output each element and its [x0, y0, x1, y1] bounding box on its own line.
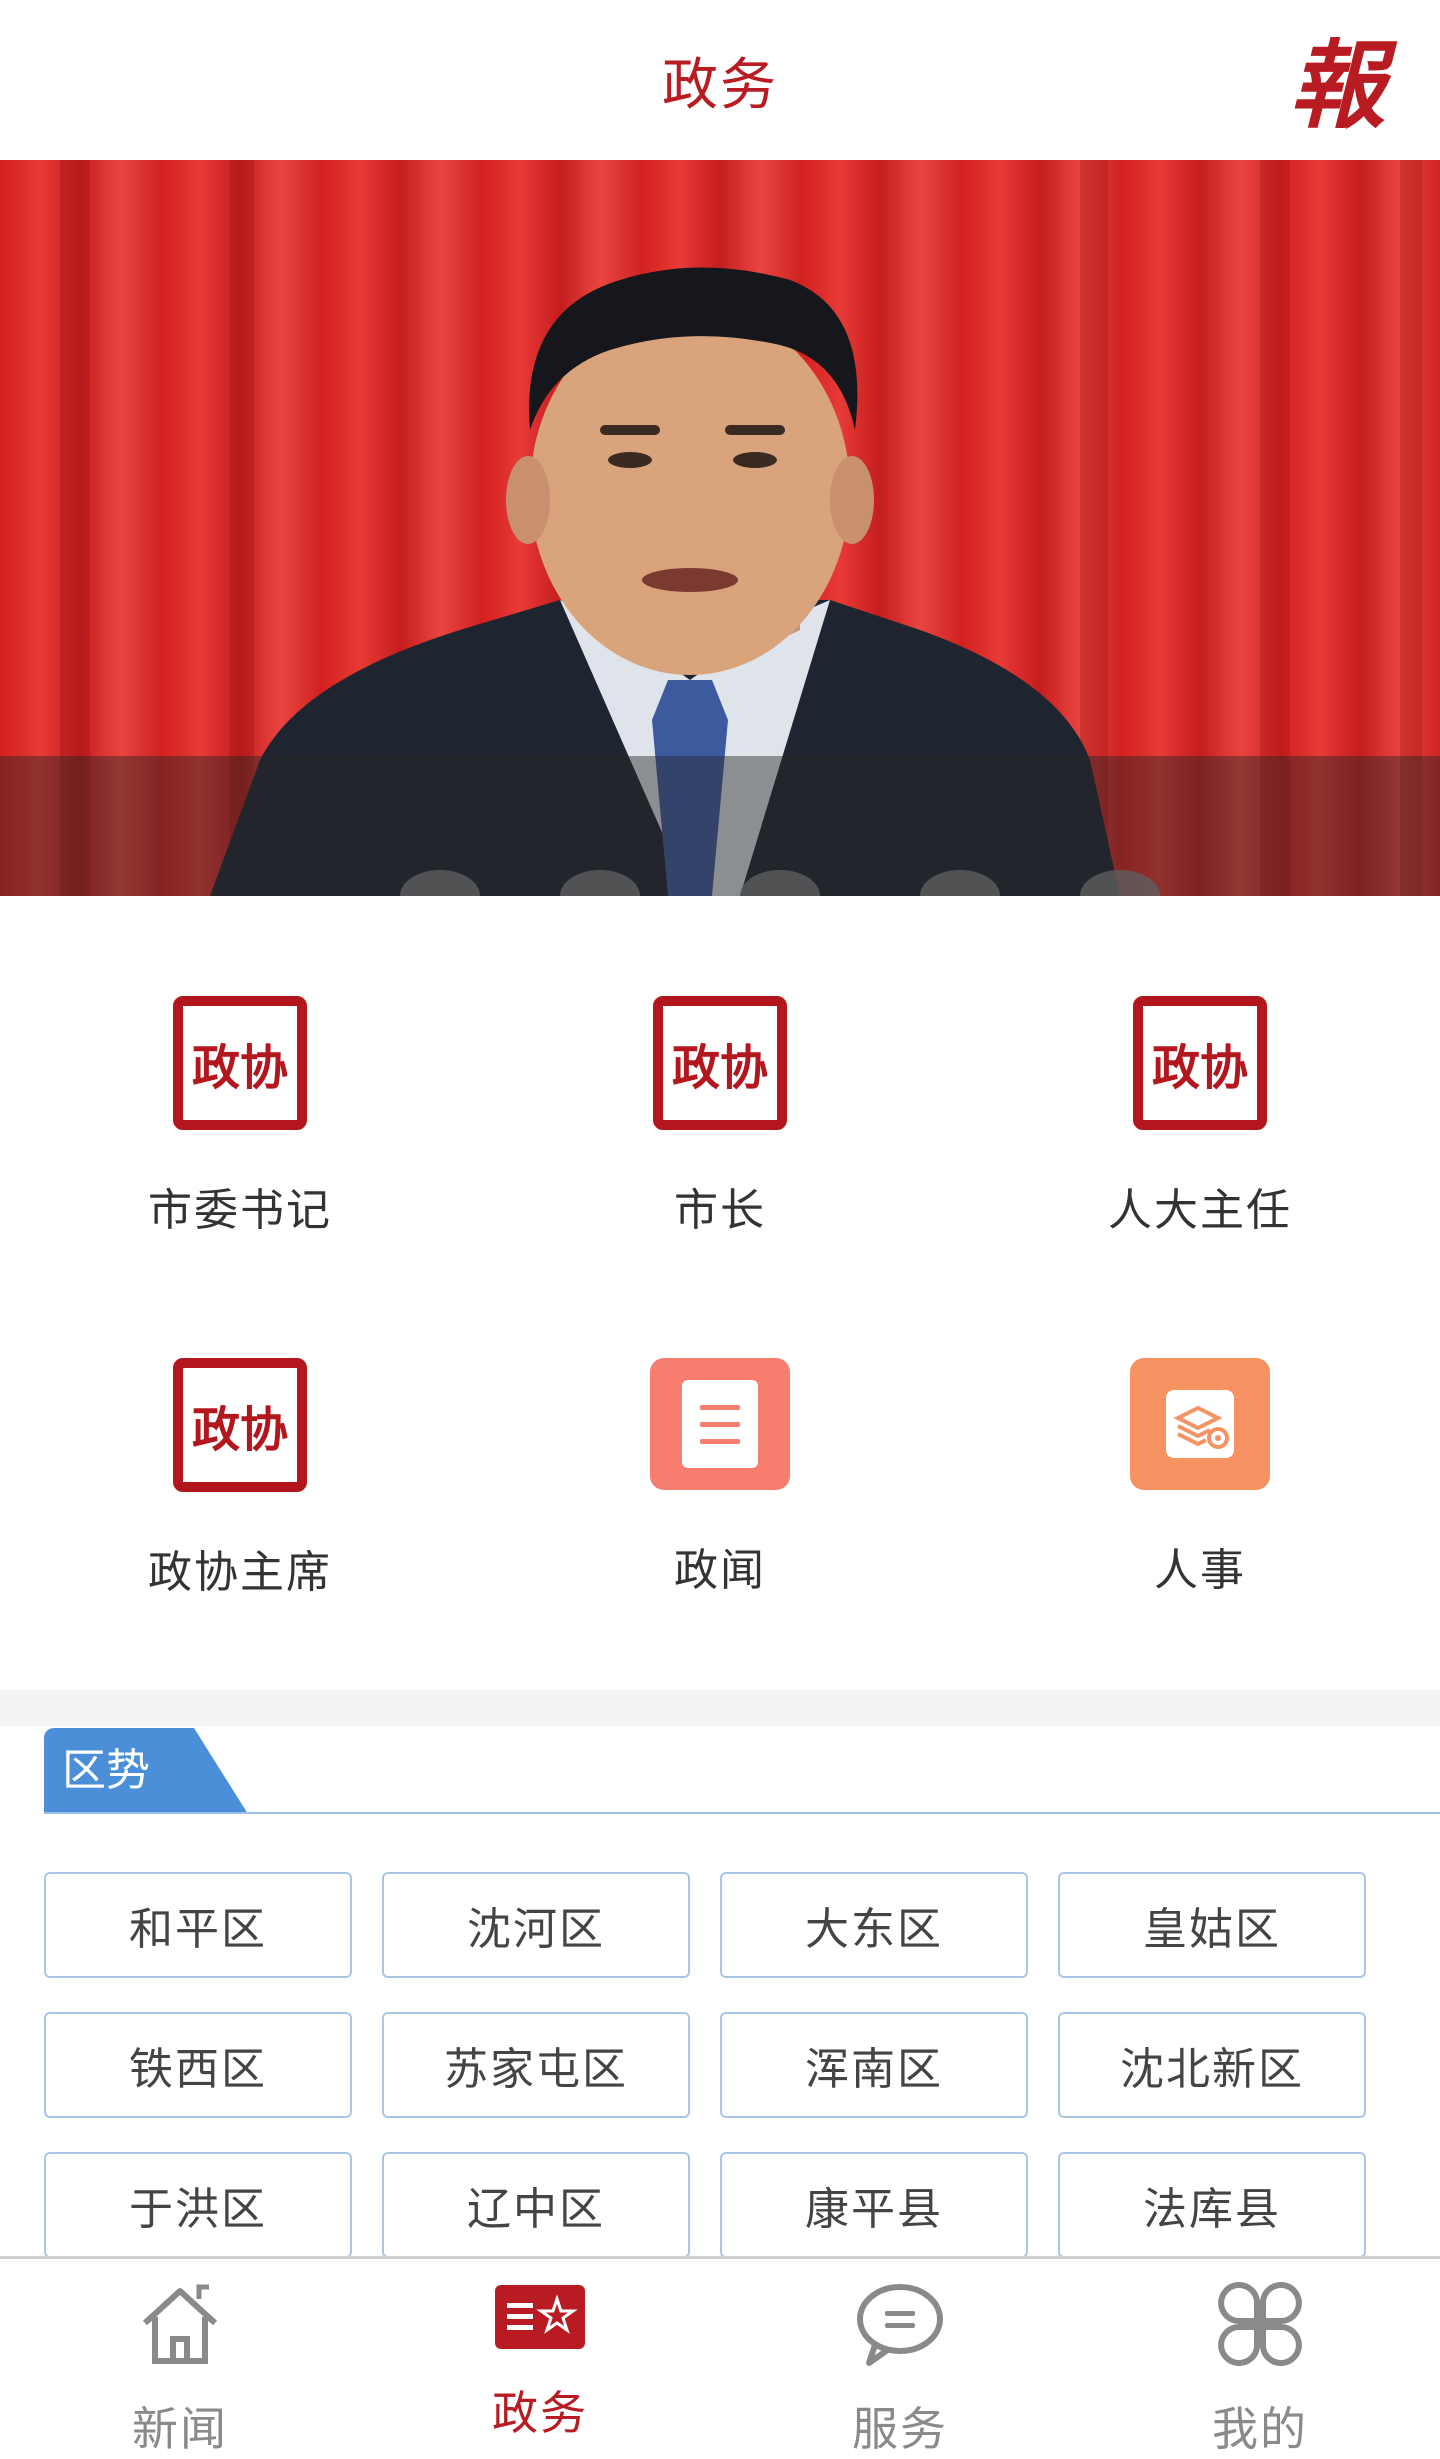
- district-button[interactable]: 和平区: [44, 1872, 352, 1978]
- shortcut-gov-news[interactable]: 政闻: [480, 1258, 960, 1598]
- shortcut-label: 人事: [1154, 1545, 1246, 1596]
- shortcut-label: 政闻: [674, 1545, 766, 1596]
- nav-mine[interactable]: 我的: [1080, 2259, 1440, 2456]
- district-section-header: 区势: [44, 1728, 1440, 1814]
- shortcut-party-secretary[interactable]: 政协 市委书记: [0, 896, 480, 1236]
- home-icon: [135, 2279, 225, 2369]
- newspaper-logo[interactable]: 報: [1282, 22, 1392, 142]
- gov-affairs-icon: [495, 2279, 585, 2353]
- section-title: 区势: [44, 1728, 248, 1814]
- shortcut-mayor[interactable]: 政协 市长: [480, 896, 960, 1236]
- district-button[interactable]: 法库县: [1058, 2152, 1366, 2258]
- shortcut-cppcc-chairman[interactable]: 政协 政协主席: [0, 1258, 480, 1598]
- nav-service[interactable]: 服务: [720, 2259, 1080, 2456]
- section-divider: [0, 1690, 1440, 1726]
- district-button[interactable]: 沈河区: [382, 1872, 690, 1978]
- section-underline: [44, 1812, 1440, 1814]
- seal-icon: 政协: [170, 1358, 310, 1492]
- district-button[interactable]: 大东区: [720, 1872, 1028, 1978]
- seal-icon: 政协: [170, 996, 310, 1130]
- nav-label: 服务: [852, 2402, 948, 2456]
- bottom-nav: 新闻 政务 服务 我的: [0, 2256, 1440, 2456]
- seal-glyph: 政协: [173, 996, 307, 1130]
- district-button[interactable]: 苏家屯区: [382, 2012, 690, 2118]
- shortcut-label: 市委书记: [148, 1185, 332, 1236]
- banner-carousel[interactable]: [0, 160, 1440, 896]
- nav-news[interactable]: 新闻: [0, 2259, 360, 2456]
- seal-icon: 政协: [650, 996, 790, 1130]
- district-button[interactable]: 沈北新区: [1058, 2012, 1366, 2118]
- personnel-icon: [1130, 1358, 1270, 1490]
- shortcut-npc-director[interactable]: 政协 人大主任: [960, 896, 1440, 1236]
- top-header: 政务 報: [0, 0, 1440, 160]
- document-icon: [650, 1358, 790, 1490]
- chat-icon: [855, 2279, 945, 2369]
- nav-label: 新闻: [132, 2402, 228, 2456]
- nav-label: 我的: [1212, 2402, 1308, 2456]
- district-button[interactable]: 辽中区: [382, 2152, 690, 2258]
- banner-caption-bar: [0, 756, 1440, 896]
- district-button[interactable]: 浑南区: [720, 2012, 1028, 2118]
- nav-gov-affairs[interactable]: 政务: [360, 2259, 720, 2443]
- shortcut-label: 人大主任: [1108, 1185, 1292, 1236]
- seal-icon: 政协: [1130, 996, 1270, 1130]
- nav-label: 政务: [492, 2386, 588, 2440]
- page-title: 政务: [662, 52, 778, 118]
- shortcut-personnel[interactable]: 人事: [960, 1258, 1440, 1598]
- clover-icon: [1215, 2279, 1305, 2369]
- district-button[interactable]: 于洪区: [44, 2152, 352, 2258]
- district-button[interactable]: 皇姑区: [1058, 1872, 1366, 1978]
- seal-glyph: 政协: [653, 996, 787, 1130]
- district-button[interactable]: 铁西区: [44, 2012, 352, 2118]
- seal-glyph: 政协: [1133, 996, 1267, 1130]
- district-button[interactable]: 康平县: [720, 2152, 1028, 2258]
- shortcut-label: 市长: [674, 1185, 766, 1236]
- seal-glyph: 政协: [173, 1358, 307, 1492]
- shortcut-grid: 政协 市委书记 政协 市长 政协 人大主任 政协 政协主席 政闻 人事: [0, 896, 1440, 1690]
- shortcut-label: 政协主席: [148, 1547, 332, 1598]
